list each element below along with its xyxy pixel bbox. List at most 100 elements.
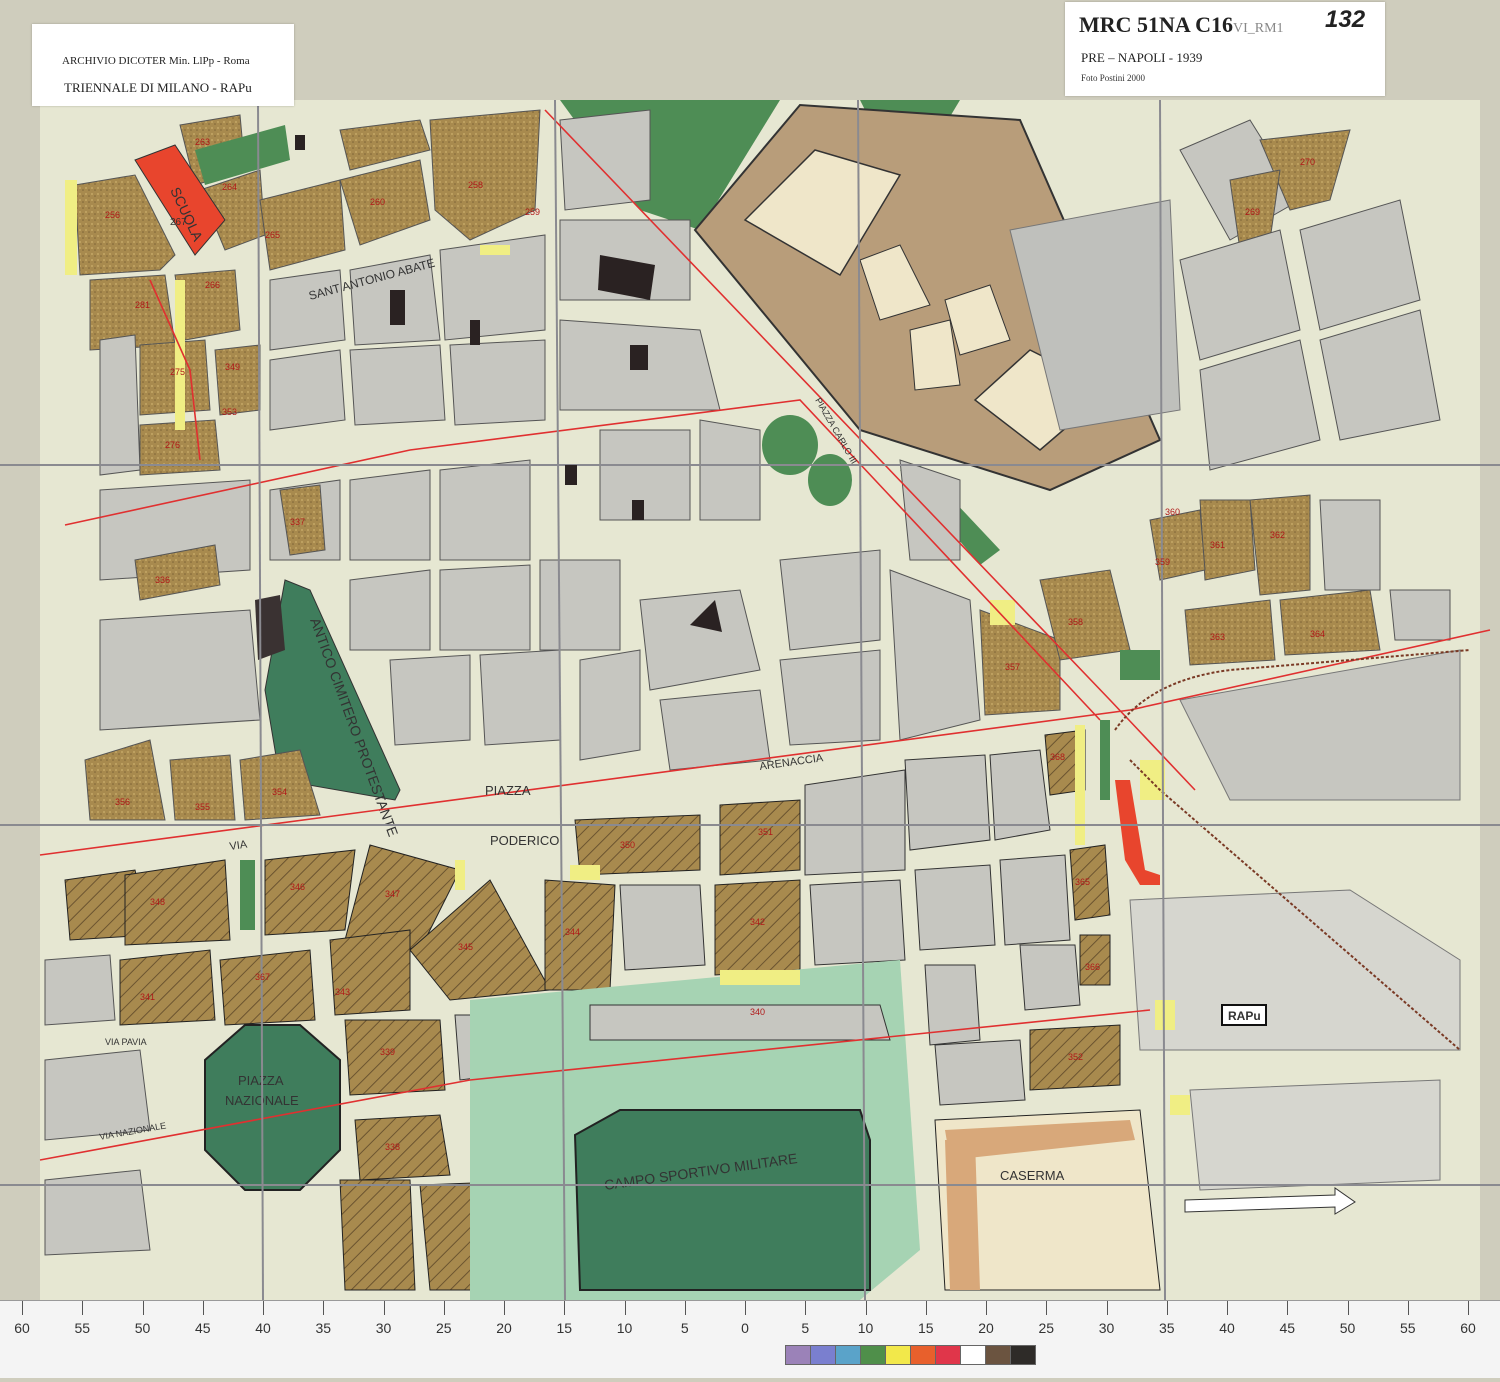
block-number: 338: [385, 1142, 400, 1152]
color-swatch: [985, 1345, 1011, 1365]
block-number: 354: [272, 787, 287, 797]
photo-credit: Foto Postini 2000: [1081, 73, 1146, 83]
ruler-tick-mark: [263, 1301, 264, 1315]
ruler-tick-mark: [142, 1301, 144, 1315]
ruler-tick-label: 60: [14, 1320, 30, 1336]
caserma-label: CASERMA: [1000, 1168, 1065, 1183]
color-swatch: [1010, 1345, 1036, 1365]
ruler-tick-mark: [564, 1301, 566, 1315]
ruler-tick-label: 55: [74, 1320, 91, 1336]
block-number: 276: [165, 440, 180, 450]
color-swatch: [860, 1345, 886, 1365]
block-number: 366: [1085, 962, 1100, 972]
block-number: 343: [335, 987, 350, 997]
block-number: 349: [225, 362, 240, 372]
ruler-tick-label: 25: [1038, 1320, 1055, 1336]
ruler-tick-mark: [22, 1301, 23, 1315]
ruler-tick-label: 60: [1460, 1320, 1476, 1336]
ruler-tick-mark: [383, 1301, 385, 1315]
block-number: 357: [1005, 662, 1020, 672]
ruler-tick-label: 15: [556, 1320, 573, 1336]
ruler-tick-label: 55: [1399, 1320, 1416, 1336]
block-number: 259: [525, 207, 540, 217]
ruler-tick-mark: [805, 1301, 807, 1315]
block-number: 281: [135, 300, 150, 310]
archive-line-1: ARCHIVIO DICOTER Min. LlPp - Roma: [62, 55, 250, 67]
color-swatch: [935, 1345, 961, 1365]
ruler-tick-mark: [1468, 1301, 1469, 1315]
block-number: 359: [1155, 557, 1170, 567]
ruler-tick-label: 0: [741, 1320, 749, 1336]
ruler-tick-mark: [504, 1301, 505, 1315]
ruler-tick-mark: [443, 1301, 445, 1315]
block-number: 256: [105, 210, 120, 220]
ruler-tick-label: 40: [1219, 1320, 1235, 1336]
piazza-nazionale-label-1: PIAZZA: [238, 1073, 284, 1088]
block-number: 260: [370, 197, 385, 207]
ruler-tick-label: 35: [1158, 1320, 1175, 1336]
block-number: 344: [565, 927, 580, 937]
block-number: 264: [222, 182, 237, 192]
ruler-tick-label: 40: [255, 1320, 271, 1336]
ruler-tick-label: 50: [1339, 1320, 1356, 1336]
block-number: 270: [1300, 157, 1315, 167]
ruler-tick-label: 50: [134, 1320, 151, 1336]
rapu-label: RAPu: [1228, 1009, 1261, 1023]
color-swatch: [910, 1345, 936, 1365]
block-number: 365: [1075, 877, 1090, 887]
ruler-tick-mark: [82, 1301, 84, 1315]
block-number: 358: [1068, 617, 1083, 627]
archive-label-card: ARCHIVIO DICOTER Min. LlPp - Roma TRIENN…: [32, 24, 294, 106]
block-number: 352: [1068, 1052, 1083, 1062]
garden-oval-2: [808, 454, 852, 506]
ruler-tick-mark: [1407, 1301, 1409, 1315]
ruler-tick-mark: [202, 1301, 204, 1315]
ruler-tick-mark: [1106, 1301, 1108, 1315]
ruler-tick-label: 45: [194, 1320, 211, 1336]
catalog-code-suffix: VI_RM1: [1233, 21, 1284, 36]
block-number: 367: [255, 972, 270, 982]
archive-line-2: TRIENNALE DI MILANO - RAPu: [64, 80, 252, 95]
poderico-label: PODERICO: [490, 833, 559, 848]
ruler-tick-mark: [624, 1301, 626, 1315]
ruler-tick-mark: [323, 1301, 325, 1315]
ruler-tick-label: 35: [315, 1320, 332, 1336]
block-number: 363: [1210, 632, 1225, 642]
id-label-card: MRC 51NA C16VI_RM1 132 PRE – NAPOLI - 19…: [1065, 2, 1385, 96]
block-number: 355: [195, 802, 210, 812]
block-number: 350: [620, 840, 635, 850]
color-swatch: [785, 1345, 811, 1365]
catalog-code: MRC 51NA C16VI_RM1: [1079, 12, 1284, 38]
block-number: 269: [1245, 207, 1260, 217]
block-number: 266: [205, 280, 220, 290]
block-number: 361: [1210, 540, 1225, 550]
block-number: 364: [1310, 629, 1325, 639]
ruler-tick-mark: [1287, 1301, 1289, 1315]
block-number: 337: [290, 517, 305, 527]
ruler-tick-label: 15: [917, 1320, 934, 1336]
catalog-number: 132: [1325, 6, 1366, 33]
ruler-tick-mark: [865, 1301, 867, 1315]
block-number: 258: [468, 180, 483, 190]
block-number: 265: [265, 230, 280, 240]
block-number: 336: [155, 575, 170, 585]
school-number: 267: [170, 217, 187, 228]
block-number: 275: [170, 367, 185, 377]
block-number: 347: [385, 889, 400, 899]
block-number: 356: [115, 797, 130, 807]
color-swatch: [810, 1345, 836, 1365]
block-number: 351: [758, 827, 773, 837]
block-number: 342: [750, 917, 765, 927]
map-sheet: SCUOLA 267 ANTICO CIMITERO PROTESTANTE P…: [0, 0, 1500, 1377]
ruler-tick-label: 45: [1279, 1320, 1296, 1336]
ruler-tick-label: 25: [435, 1320, 452, 1336]
block-number: 346: [290, 882, 305, 892]
campo-pitch: [573, 1109, 871, 1291]
ruler-tick-label: 10: [857, 1320, 874, 1336]
block-number: 341: [140, 992, 155, 1002]
ruler-tick-mark: [1166, 1301, 1168, 1315]
ruler-tick-mark: [1347, 1301, 1349, 1315]
ruler-tick-label: 30: [375, 1320, 392, 1336]
block-number: 348: [150, 897, 165, 907]
block-number: 362: [1270, 530, 1285, 540]
